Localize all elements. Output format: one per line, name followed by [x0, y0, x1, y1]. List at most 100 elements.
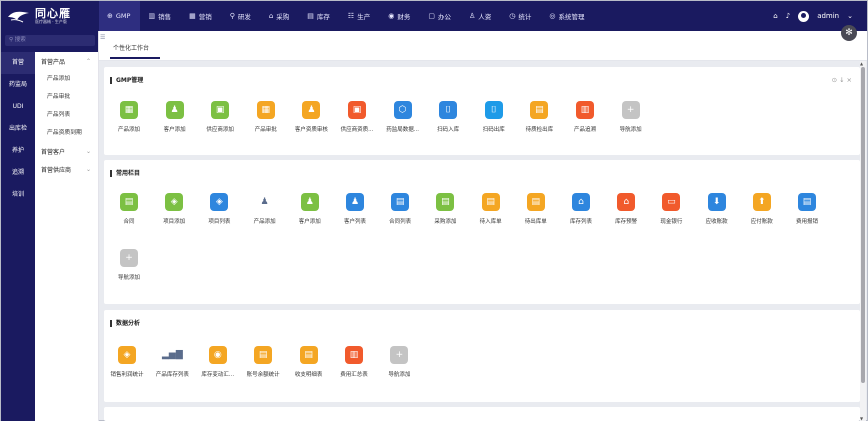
- shortcut-tile[interactable]: ▥ 费用汇总表: [331, 346, 377, 378]
- arrow-down-icon[interactable]: ↓: [839, 76, 846, 84]
- shortcut-tile[interactable]: ▤ 账号余额统计: [240, 346, 286, 378]
- nav-item[interactable]: ⌂ 采购: [261, 1, 299, 31]
- bell-icon[interactable]: ♪: [786, 12, 790, 20]
- nav-item[interactable]: ⚲ 研发: [222, 1, 261, 31]
- rail-item[interactable]: 首营: [1, 52, 35, 74]
- tile-glyph: ▂▅▇: [162, 349, 183, 360]
- shortcut-tile[interactable]: ▦ 产品添加: [106, 101, 152, 133]
- settings-gear-icon[interactable]: ✻: [841, 25, 857, 41]
- rail-item[interactable]: 药监局: [1, 74, 35, 96]
- shortcut-tile[interactable]: ▤ 合同: [106, 193, 152, 225]
- username[interactable]: admin: [817, 12, 839, 20]
- tile-label: 产品添加: [117, 127, 140, 133]
- nav-label: 统计: [518, 13, 532, 21]
- shortcut-tile[interactable]: ⬆ 应付账款: [739, 193, 785, 225]
- tile-label: 项目列表: [208, 219, 231, 225]
- nav-item[interactable]: ◎ 系统管理: [541, 1, 594, 31]
- shortcut-tile[interactable]: ▣ 供应商资质...: [334, 101, 380, 133]
- shortcut-tile[interactable]: ▥ 产品追溯: [562, 101, 608, 133]
- submenu-group[interactable]: 首营产品 ⌃: [35, 52, 98, 70]
- shortcut-tile[interactable]: ▤ 待质检出库: [516, 101, 562, 133]
- shortcut-tile[interactable]: ◉ 库存变动汇...: [195, 346, 241, 378]
- tile-label: 产品审批: [254, 127, 277, 133]
- panel-common: 常用栏目 ▤ 合同 ◈ 项目添加 ◈ 项目列表 ♟ 产品添加 ♟ 客户添加 ♟ 客户列表 ▤ 合同列表 ▤ 采…: [104, 160, 860, 304]
- rail-item[interactable]: 培训: [1, 184, 35, 206]
- tile-glyph: ⌂: [623, 196, 630, 207]
- nav-item[interactable]: ♙ 人资: [461, 1, 501, 31]
- shortcut-tile[interactable]: ▦ 产品审批: [243, 101, 289, 133]
- nav-label: 系统管理: [558, 13, 585, 21]
- stats-icon: ◷: [509, 12, 516, 20]
- shortcut-tile[interactable]: ♟ 客户添加: [152, 101, 198, 133]
- chevron-down-icon[interactable]: ⌄: [847, 12, 853, 20]
- shortcut-tile[interactable]: ◈ 项目列表: [196, 193, 242, 225]
- shortcut-tile[interactable]: ⌷ 扫码入库: [425, 101, 471, 133]
- tile-glyph: ⌷: [491, 104, 497, 115]
- tile-label: 供应商资质...: [340, 127, 374, 133]
- panel-title: 数据分析: [110, 320, 140, 327]
- shortcut-tile[interactable]: ⬇ 应收账款: [694, 193, 740, 225]
- submenu-group[interactable]: 首营客户 ⌄: [35, 142, 98, 160]
- scroll-thumb[interactable]: [861, 67, 865, 383]
- rail-item[interactable]: 养护: [1, 140, 35, 162]
- rail-item[interactable]: 追溯: [1, 162, 35, 184]
- rail-item[interactable]: 出库检: [1, 118, 35, 140]
- shortcut-tile[interactable]: ▣ 供应商添加: [197, 101, 243, 133]
- shortcut-tile[interactable]: ▤ 合同列表: [377, 193, 423, 225]
- pending-in-icon: ▤: [481, 193, 500, 211]
- shortcut-tile[interactable]: + 导航添加: [608, 101, 654, 133]
- submenu-group-label: 首营供应商: [41, 166, 72, 174]
- home-icon[interactable]: ⌂: [773, 12, 777, 20]
- scrollbar[interactable]: ▲ ▼: [860, 61, 866, 421]
- shortcut-tile[interactable]: ♟ 客户资质审核: [288, 101, 334, 133]
- tile-label: 销售利润统计: [110, 372, 144, 378]
- shortcut-tile[interactable]: ▤ 待入库单: [468, 193, 514, 225]
- shortcut-tile[interactable]: ♟ 客户列表: [332, 193, 378, 225]
- shortcut-tile[interactable]: ▂▅▇ 产品库存列表: [149, 346, 195, 378]
- shortcut-tile[interactable]: ◈ 项目添加: [151, 193, 197, 225]
- bank-icon: ▭: [662, 193, 681, 211]
- nav-item[interactable]: ▦ 营销: [181, 1, 222, 31]
- qc-out-icon: ▤: [530, 101, 549, 119]
- shortcut-tile[interactable]: ♟ 客户添加: [287, 193, 333, 225]
- shortcut-tile[interactable]: + 导航添加: [106, 249, 152, 281]
- scroll-down-icon[interactable]: ▼: [860, 416, 863, 421]
- nav-item[interactable]: ▤ 库存: [299, 1, 340, 31]
- shortcut-tile[interactable]: ⬡ 药监局数据...: [380, 101, 426, 133]
- shortcut-tile[interactable]: ♟ 产品添加: [242, 193, 288, 225]
- submenu-item[interactable]: 产品审批: [35, 88, 98, 106]
- tile-label: 导航添加: [117, 275, 140, 281]
- nav-item[interactable]: ◷ 统计: [501, 1, 541, 31]
- submenu-item[interactable]: 产品列表: [35, 106, 98, 124]
- nav-item[interactable]: ☷ 生产: [340, 1, 380, 31]
- nav-item[interactable]: ▥ 销售: [140, 1, 181, 31]
- tile-glyph: ▦: [261, 104, 271, 115]
- tile-glyph: ⬡: [398, 104, 407, 115]
- nav-item[interactable]: ◉ 财务: [380, 1, 420, 31]
- collapse-icon[interactable]: ☰: [100, 34, 105, 41]
- shortcut-tile[interactable]: ▭ 现金银行: [648, 193, 694, 225]
- logo[interactable]: 同心雁 医疗器械 · 生产版: [1, 1, 99, 31]
- avatar[interactable]: [798, 10, 810, 22]
- shortcut-tile[interactable]: ◈ 销售利润统计: [104, 346, 150, 378]
- tile-label: 应付账款: [750, 219, 773, 225]
- nav-item[interactable]: ⊕ GMP: [99, 1, 141, 31]
- submenu-group[interactable]: 首营供应商 ⌄: [35, 160, 98, 178]
- shortcut-tile[interactable]: ⌂ 库存列表: [558, 193, 604, 225]
- shortcut-tile[interactable]: ▤ 费用报销: [784, 193, 830, 225]
- search-input[interactable]: ⚲ 搜索: [5, 35, 95, 46]
- shortcut-tile[interactable]: + 导航添加: [376, 346, 422, 378]
- shortcut-tile[interactable]: ▤ 采购添加: [422, 193, 468, 225]
- submenu-item[interactable]: 产品添加: [35, 70, 98, 88]
- rail-item[interactable]: UDI: [1, 96, 35, 118]
- shortcut-tile[interactable]: ▤ 收支明细表: [286, 346, 332, 378]
- submenu-item[interactable]: 产品资质到期: [35, 124, 98, 142]
- scroll-up-icon[interactable]: ▲: [860, 61, 863, 66]
- shortcut-tile[interactable]: ⌂ 库存预警: [603, 193, 649, 225]
- shortcut-tile[interactable]: ⌷ 扫码出库: [471, 101, 517, 133]
- shortcut-tile[interactable]: ▤ 待出库单: [513, 193, 559, 225]
- close-icon[interactable]: ×: [847, 76, 854, 84]
- tab-workbench[interactable]: 个性化工作台: [113, 43, 149, 52]
- settings-icon[interactable]: ⊙: [832, 76, 839, 84]
- nav-item[interactable]: ▢ 办公: [420, 1, 461, 31]
